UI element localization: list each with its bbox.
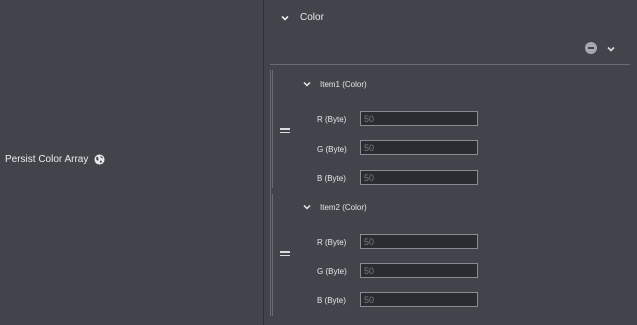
remove-element-button[interactable] (585, 42, 597, 54)
item2-r-label: R (Byte) (317, 238, 347, 247)
options-chevron-down-icon[interactable] (606, 44, 616, 54)
globe-icon[interactable] (94, 154, 105, 165)
section-divider (270, 64, 630, 65)
persist-color-array-row: Persist Color Array (5, 154, 105, 165)
item1-b-label: B (Byte) (317, 174, 346, 183)
color-section-title: Color (300, 12, 324, 23)
item1-header[interactable]: Item1 (Color) (302, 79, 367, 89)
item2-g-input[interactable] (360, 263, 478, 278)
item1-r-input[interactable] (360, 111, 478, 126)
color-array-editor: Color Item1 (Color) R (Byte) G (Byte) B … (264, 0, 637, 325)
color-section-header[interactable]: Color (280, 12, 324, 23)
item2-drag-handle-icon[interactable] (280, 251, 290, 257)
item1-drag-handle-icon[interactable] (280, 128, 290, 134)
item2-g-label: G (Byte) (317, 267, 347, 276)
minus-circle-icon (588, 47, 594, 49)
item1-group-line (272, 70, 273, 188)
item1-title: Item1 (Color) (320, 79, 367, 89)
chevron-down-icon[interactable] (280, 13, 290, 23)
item2-group-line (272, 194, 273, 316)
item2-b-input[interactable] (360, 292, 478, 307)
item1-g-input[interactable] (360, 140, 478, 155)
properties-left-pane: Persist Color Array (0, 0, 263, 325)
chevron-down-icon[interactable] (302, 202, 312, 212)
item2-title: Item2 (Color) (320, 202, 367, 212)
item2-b-label: B (Byte) (317, 296, 346, 305)
item2-header[interactable]: Item2 (Color) (302, 202, 367, 212)
item2-r-input[interactable] (360, 234, 478, 249)
persist-color-array-label: Persist Color Array (5, 154, 89, 165)
item1-b-input[interactable] (360, 170, 478, 185)
item1-r-label: R (Byte) (317, 115, 347, 124)
chevron-down-icon[interactable] (302, 79, 312, 89)
item1-g-label: G (Byte) (317, 145, 347, 154)
